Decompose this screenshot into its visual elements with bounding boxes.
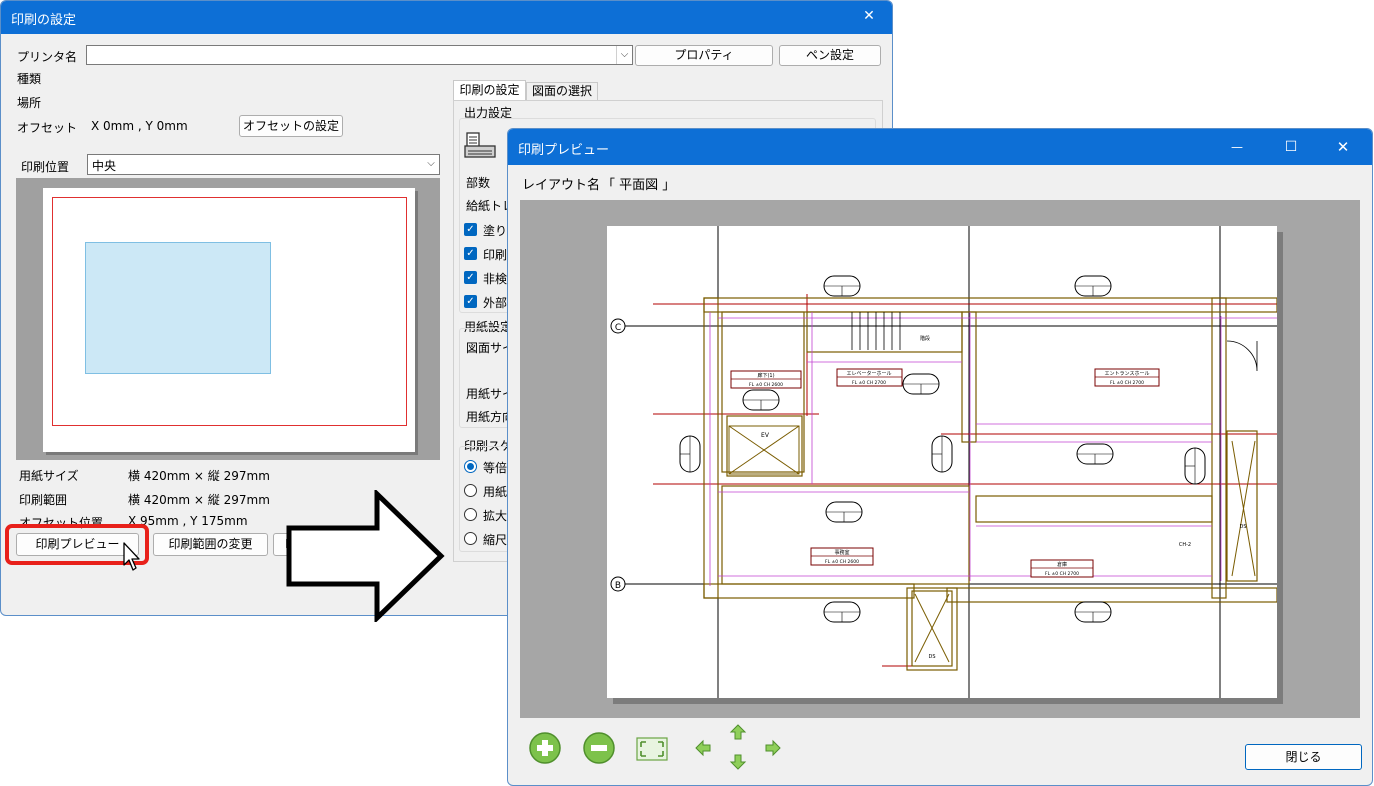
- tab-print-settings[interactable]: 印刷の設定: [453, 80, 526, 101]
- tag-ev: EV: [761, 432, 770, 439]
- properties-button[interactable]: プロパティ: [635, 45, 773, 66]
- column-symbols: [679, 275, 1206, 623]
- tag-ds-1: DS: [928, 654, 935, 660]
- printer-label: プリンタ名: [17, 50, 78, 64]
- radio-fit-paper-label: 用紙: [483, 485, 508, 499]
- preview-canvas[interactable]: C B EV DS DS 階段 CH-2 廊下(1) FL ±0 CH 2600…: [520, 200, 1360, 718]
- room-name-corridor: 廊下(1): [757, 372, 774, 379]
- pen-settings-button[interactable]: ペン設定: [779, 45, 881, 66]
- arrow-right-icon: [286, 490, 445, 622]
- pan-right-icon[interactable]: [764, 739, 782, 757]
- radio-scale[interactable]: [464, 532, 477, 545]
- room-tag-entrance: エントランスホール FL ±0 CH 2700: [1094, 368, 1160, 387]
- room-tag-ev-hall: エレベーターホール FL ±0 CH 2700: [836, 368, 903, 387]
- thumbnail-paper: [43, 188, 415, 452]
- checkbox-hidden-label: 非検: [483, 272, 508, 286]
- checkbox-hidden[interactable]: ✓: [464, 271, 477, 284]
- paper-size-label: 用紙サイズ: [19, 469, 79, 483]
- layout-thumbnail: [16, 178, 440, 460]
- print-position-select[interactable]: 中央 ⌵: [87, 154, 440, 175]
- print-range-label: 印刷範囲: [19, 493, 68, 507]
- print-dialog-close-icon[interactable]: ✕: [846, 1, 892, 34]
- zoom-out-icon[interactable]: [582, 731, 616, 765]
- preview-close-icon[interactable]: ✕: [1320, 129, 1366, 165]
- radio-actual-size[interactable]: [464, 460, 477, 473]
- minimize-icon[interactable]: —: [1214, 129, 1260, 165]
- print-position-label: 印刷位置: [21, 160, 70, 174]
- room-name-storage: 倉庫: [1057, 561, 1067, 568]
- room-tag-corridor: 廊下(1) FL ±0 CH 2600: [730, 370, 802, 389]
- printer-select[interactable]: ⌵: [86, 45, 633, 65]
- grid-label-c: C: [615, 323, 621, 333]
- room-info-corridor: FL ±0 CH 2600: [749, 382, 783, 388]
- chevron-down-icon: ⌵: [616, 46, 632, 64]
- room-info-ev-hall: FL ±0 CH 2700: [852, 380, 886, 386]
- tag-stairs: 階段: [920, 335, 930, 342]
- radio-fit-paper[interactable]: [464, 484, 477, 497]
- offset-settings-button[interactable]: オフセットの設定: [239, 115, 343, 137]
- room-info-entrance: FL ±0 CH 2700: [1110, 380, 1144, 386]
- grid-bubble-b: B: [610, 576, 626, 592]
- cursor-icon: [123, 542, 140, 571]
- type-label: 種類: [17, 72, 42, 86]
- radio-scale-label: 縮尺: [483, 533, 508, 547]
- print-preview-window: 印刷プレビュー — ☐ ✕ レイアウト名 「 平面図 」 C B EV DS D…: [507, 128, 1373, 786]
- preview-titlebar: 印刷プレビュー — ☐ ✕: [508, 129, 1372, 165]
- pan-down-icon[interactable]: [729, 753, 747, 771]
- tab-drawing-select[interactable]: 図面の選択: [526, 82, 598, 101]
- change-print-range-button[interactable]: 印刷範囲の変更: [153, 533, 268, 556]
- offset-value: X 0mm , Y 0mm: [91, 119, 188, 133]
- checkbox-fill[interactable]: ✓: [464, 223, 477, 236]
- room-info-storage: FL ±0 CH 2700: [1045, 571, 1079, 577]
- room-tag-office: 事務室 FL ±0 CH 2600: [810, 547, 874, 566]
- zoom-in-icon[interactable]: [528, 731, 562, 765]
- preview-paper: C B EV DS DS 階段 CH-2 廊下(1) FL ±0 CH 2600…: [607, 226, 1277, 698]
- preview-title: 印刷プレビュー: [518, 143, 610, 158]
- print-range-value: 横 420mm × 縦 297mm: [128, 493, 270, 507]
- checkbox-external-label: 外部: [483, 296, 508, 310]
- fit-icon[interactable]: [636, 737, 668, 761]
- checkbox-external[interactable]: ✓: [464, 295, 477, 308]
- close-preview-button[interactable]: 閉じる: [1245, 744, 1362, 770]
- floor-plan: C B EV DS DS 階段 CH-2 廊下(1) FL ±0 CH 2600…: [610, 226, 1277, 698]
- radio-enlarge[interactable]: [464, 508, 477, 521]
- pan-up-icon[interactable]: [729, 723, 747, 741]
- thumbnail-offset-rect: [85, 242, 271, 374]
- grid-label-b: B: [615, 581, 621, 591]
- tag-ds-2: DS: [1239, 524, 1246, 530]
- layout-name-label: レイアウト名: [522, 178, 601, 193]
- print-position-value: 中央: [92, 159, 117, 173]
- room-info-office: FL ±0 CH 2600: [825, 559, 859, 565]
- location-label: 場所: [17, 96, 42, 110]
- room-name-office: 事務室: [834, 549, 849, 556]
- printer-icon: [464, 132, 496, 158]
- print-dialog-title: 印刷の設定: [11, 13, 77, 28]
- paper-size-value: 横 420mm × 縦 297mm: [128, 469, 270, 483]
- radio-enlarge-label: 拡大: [483, 509, 508, 523]
- tag-ch: CH-2: [1179, 542, 1191, 548]
- offset-label: オフセット: [17, 121, 78, 135]
- radio-actual-size-label: 等倍: [483, 461, 508, 475]
- checkbox-print[interactable]: ✓: [464, 247, 477, 260]
- chevron-down-icon: ⌵: [427, 158, 435, 169]
- print-dialog-titlebar: 印刷の設定 ✕: [1, 1, 892, 34]
- tab-print-settings-label: 印刷の設定: [459, 83, 520, 97]
- tab-drawing-select-label: 図面の選択: [531, 84, 592, 98]
- pan-left-icon[interactable]: [694, 739, 712, 757]
- room-name-entrance: エントランスホール: [1105, 371, 1150, 377]
- grid-bubble-c: C: [610, 318, 626, 334]
- checkbox-print-label: 印刷: [483, 248, 508, 262]
- room-name-ev-hall: エレベーターホール: [846, 370, 891, 377]
- copies-label: 部数: [466, 176, 491, 190]
- maximize-icon[interactable]: ☐: [1268, 129, 1314, 165]
- room-tag-storage: 倉庫 FL ±0 CH 2700: [1030, 559, 1094, 578]
- layout-name-value: 「 平面図 」: [602, 178, 676, 193]
